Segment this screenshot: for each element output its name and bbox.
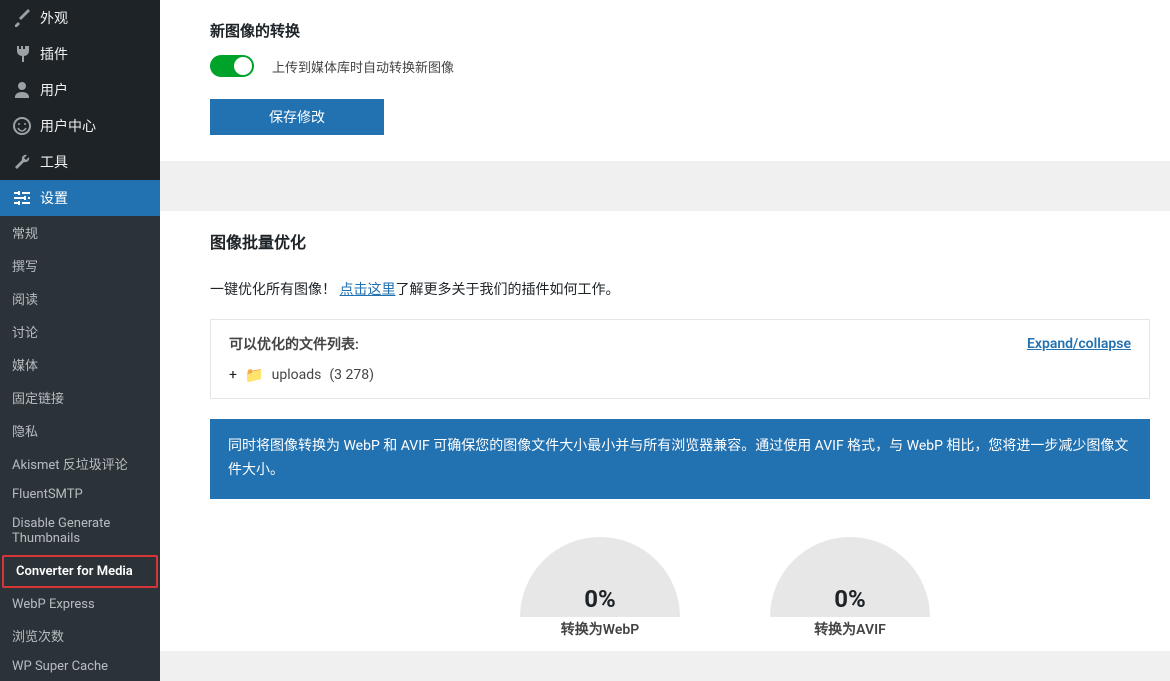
folder-name: uploads (272, 367, 322, 383)
sidebar-item-tools[interactable]: 工具 (0, 144, 160, 180)
plug-icon (12, 44, 32, 64)
sidebar-item-label: 外观 (40, 8, 68, 28)
wrench-icon (12, 152, 32, 172)
gauge-label: 转换为AVIF (770, 619, 930, 639)
expand-icon[interactable]: + (229, 367, 237, 383)
submenu-converter-for-media[interactable]: Converter for Media (2, 555, 158, 588)
sliders-icon (12, 188, 32, 208)
paintbrush-icon (12, 8, 32, 28)
submenu-webp-express[interactable]: WebP Express (0, 590, 160, 619)
section-description: 一键优化所有图像！ 点击这里了解更多关于我们的插件如何工作。 (210, 279, 1150, 299)
gauge-percent: 0% (770, 585, 930, 613)
submenu-wp-super-cache[interactable]: WP Super Cache (0, 652, 160, 681)
sidebar-item-plugins[interactable]: 插件 (0, 36, 160, 72)
sidebar-item-label: 工具 (40, 152, 68, 172)
section-title: 图像批量优化 (210, 229, 1150, 253)
sidebar-item-appearance[interactable]: 外观 (0, 0, 160, 36)
folder-count: (3 278) (329, 367, 374, 383)
progress-gauges: 0% 转换为WebP 剩余 1 767 张图像 0% 转换为AVIF 剩余 3 … (210, 537, 1150, 651)
auto-convert-toggle[interactable] (210, 55, 254, 77)
toggle-label: 上传到媒体库时自动转换新图像 (272, 57, 454, 76)
smiley-icon (12, 116, 32, 136)
file-list-box: 可以优化的文件列表: Expand/collapse + 📁 uploads (… (210, 319, 1150, 399)
sidebar-item-label: 用户中心 (40, 116, 96, 136)
save-button[interactable]: 保存修改 (210, 99, 384, 135)
submenu-reading[interactable]: 阅读 (0, 282, 160, 315)
submenu-discussion[interactable]: 讨论 (0, 315, 160, 348)
main-content: 新图像的转换 上传到媒体库时自动转换新图像 保存修改 图像批量优化 一键优化所有… (160, 0, 1170, 651)
sidebar-item-label: 设置 (40, 188, 68, 208)
sidebar-item-settings[interactable]: 设置 (0, 180, 160, 216)
submenu-privacy[interactable]: 隐私 (0, 414, 160, 447)
file-list-title: 可以优化的文件列表: (229, 334, 359, 354)
user-icon (12, 80, 32, 100)
submenu-disable-thumbnails[interactable]: Disable Generate Thumbnails (0, 509, 160, 553)
folder-icon: 📁 (245, 366, 264, 384)
expand-collapse-link[interactable]: Expand/collapse (1027, 336, 1131, 352)
sidebar-item-label: 插件 (40, 44, 68, 64)
submenu-akismet[interactable]: Akismet 反垃圾评论 (0, 447, 160, 480)
submenu-general[interactable]: 常规 (0, 216, 160, 249)
gauge-avif: 0% 转换为AVIF 剩余 3 278 张图像 (770, 537, 930, 651)
submenu-writing[interactable]: 撰写 (0, 249, 160, 282)
sidebar-item-usercenter[interactable]: 用户中心 (0, 108, 160, 144)
gauge-webp: 0% 转换为WebP 剩余 1 767 张图像 (520, 537, 680, 651)
learn-more-link[interactable]: 点击这里 (339, 282, 395, 298)
info-banner: 同时将图像转换为 WebP 和 AVIF 可确保您的图像文件大小最小并与所有浏览… (210, 419, 1150, 499)
file-tree-row[interactable]: + 📁 uploads (3 278) (229, 366, 1131, 384)
submenu-media[interactable]: 媒体 (0, 348, 160, 381)
settings-submenu: 常规 撰写 阅读 讨论 媒体 固定链接 隐私 Akismet 反垃圾评论 Flu… (0, 216, 160, 681)
section-bulk-optimize: 图像批量优化 一键优化所有图像！ 点击这里了解更多关于我们的插件如何工作。 可以… (210, 229, 1150, 651)
sidebar-item-users[interactable]: 用户 (0, 72, 160, 108)
section-new-image-conversion: 新图像的转换 上传到媒体库时自动转换新图像 保存修改 (210, 20, 1150, 135)
section-title: 新图像的转换 (210, 20, 1150, 41)
gauge-label: 转换为WebP (520, 619, 680, 639)
submenu-views[interactable]: 浏览次数 (0, 619, 160, 652)
submenu-permalinks[interactable]: 固定链接 (0, 381, 160, 414)
gauge-percent: 0% (520, 585, 680, 613)
admin-sidebar: 外观 插件 用户 用户中心 工具 设置 常规 撰写 阅读 讨论 媒体 固定链接 (0, 0, 160, 651)
sidebar-item-label: 用户 (40, 80, 68, 100)
submenu-fluentsmtp[interactable]: FluentSMTP (0, 480, 160, 509)
